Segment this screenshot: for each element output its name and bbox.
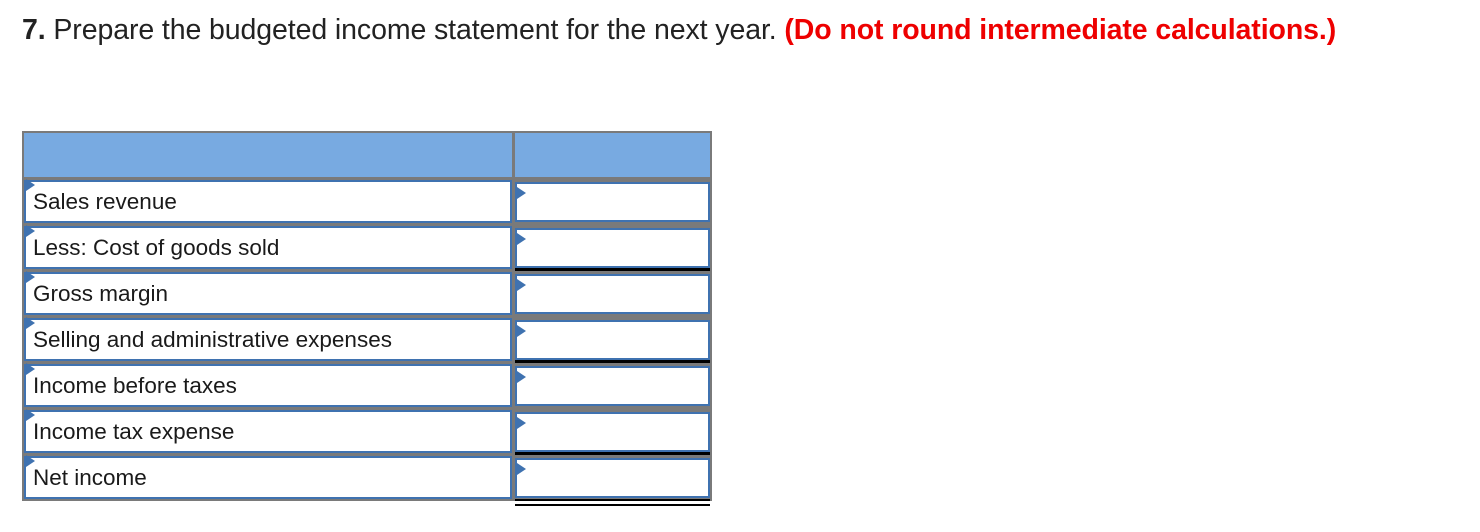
dropdown-marker-icon [517,232,526,245]
table-row: Gross margin [24,271,710,318]
dropdown-marker-icon [517,462,526,475]
value-cell-gross-margin [515,273,710,314]
table-row: Sales revenue [24,179,710,226]
value-cell-income-before-taxes [515,365,710,406]
label-cell-net-income[interactable]: Net income [24,455,512,499]
sales-revenue-input[interactable] [527,185,706,218]
header-value-cell [515,133,710,180]
dropdown-marker-icon [517,186,526,199]
label-cell-sales-revenue[interactable]: Sales revenue [24,179,512,223]
table-row: Net income [24,455,710,506]
label-cell-income-before-taxes[interactable]: Income before taxes [24,363,512,407]
value-cell-cost-of-goods-sold [515,227,710,268]
dropdown-marker-icon [517,324,526,337]
table-row: Less: Cost of goods sold [24,225,710,272]
income-before-taxes-input[interactable] [527,369,706,402]
double-underline [515,457,710,506]
row-label: Income tax expense [33,419,235,444]
value-cell-selling-admin-expenses [515,319,710,360]
income-tax-expense-input[interactable] [527,415,706,448]
dropdown-marker-icon [517,278,526,291]
dropdown-marker-icon [517,416,526,429]
question-prompt: 7. Prepare the budgeted income statement… [22,14,1336,47]
row-label: Sales revenue [33,189,177,214]
table-row: Selling and administrative expenses [24,317,710,364]
value-cell-sales-revenue [515,181,710,222]
income-statement-table: Sales revenue Less: Cost of goods sold G… [22,131,712,506]
table-row: Income before taxes [24,363,710,410]
table-header-row [24,133,710,180]
value-cell-net-income [515,457,710,498]
dropdown-marker-icon [517,370,526,383]
selling-admin-expenses-input[interactable] [527,323,706,356]
table-row: Income tax expense [24,409,710,456]
value-cell-income-tax-expense [515,411,710,452]
question-text: Prepare the budgeted income statement fo… [45,14,785,46]
label-cell-cost-of-goods-sold[interactable]: Less: Cost of goods sold [24,225,512,269]
row-label: Less: Cost of goods sold [33,235,280,260]
gross-margin-input[interactable] [527,277,706,310]
cost-of-goods-sold-input[interactable] [527,231,706,264]
question-number: 7. [22,14,46,46]
row-label: Gross margin [33,281,169,306]
row-label: Net income [33,465,147,490]
label-cell-selling-admin-expenses[interactable]: Selling and administrative expenses [24,317,512,361]
label-cell-gross-margin[interactable]: Gross margin [24,271,512,315]
net-income-input[interactable] [527,461,706,494]
question-note: (Do not round intermediate calculations.… [784,14,1337,46]
row-label: Income before taxes [33,373,237,398]
label-cell-income-tax-expense[interactable]: Income tax expense [24,409,512,453]
header-label-cell [24,133,515,180]
row-label: Selling and administrative expenses [33,327,392,352]
